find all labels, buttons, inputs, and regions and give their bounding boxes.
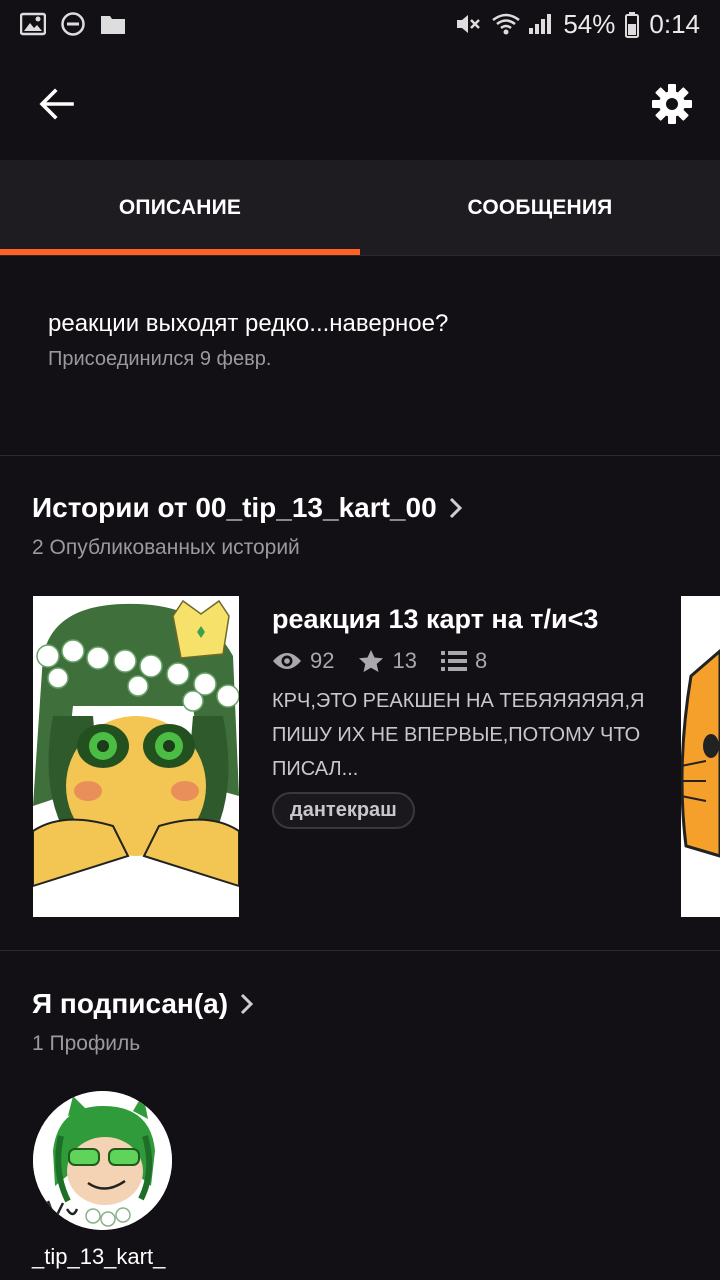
star-icon bbox=[359, 650, 384, 672]
signal-icon bbox=[527, 12, 553, 36]
profile-tabs: ОПИСАНИЕ СООБЩЕНИЯ bbox=[0, 160, 720, 256]
chevron-right-icon bbox=[449, 497, 462, 519]
story-title[interactable]: реакция 13 карт на т/и<3 bbox=[272, 600, 652, 638]
list-icon bbox=[440, 651, 467, 671]
next-story-cover-image[interactable] bbox=[681, 596, 720, 917]
story-stats: 92 13 8 bbox=[272, 648, 652, 674]
divider bbox=[0, 950, 720, 951]
views-count: 92 bbox=[310, 648, 335, 673]
followed-profile-name[interactable]: _tip_13_kart_ bbox=[32, 1244, 165, 1270]
folder-icon bbox=[100, 12, 126, 36]
clock: 0:14 bbox=[649, 8, 700, 39]
tab-description[interactable]: ОПИСАНИЕ bbox=[0, 160, 360, 255]
image-icon bbox=[19, 12, 47, 36]
status-bar: 54% 0:14 bbox=[0, 0, 720, 48]
story-card[interactable]: реакция 13 карт на т/и<3 92 13 8 КРЧ,ЭТО… bbox=[272, 600, 652, 829]
app-bar bbox=[0, 48, 720, 160]
do-not-disturb-icon bbox=[60, 12, 86, 36]
profile-description: реакции выходят редко...наверное? bbox=[48, 310, 449, 337]
story-description: КРЧ,ЭТО РЕАКШЕН НА ТЕБЯЯЯЯЯЯ,Я ПИШУ ИХ Н… bbox=[272, 690, 645, 780]
battery-percent: 54% bbox=[563, 8, 616, 39]
gear-icon bbox=[652, 84, 692, 124]
following-section-title: Я подписан(а) bbox=[32, 988, 229, 1019]
parts-stat: 8 bbox=[440, 648, 488, 674]
tab-messages[interactable]: СООБЩЕНИЯ bbox=[360, 160, 720, 255]
parts-count: 8 bbox=[474, 648, 488, 673]
divider bbox=[0, 455, 720, 456]
stories-count: 2 Опубликованных историй bbox=[32, 536, 300, 559]
avatar[interactable] bbox=[33, 1091, 172, 1230]
stories-section-title: Истории от 00_tip_13_kart_00 bbox=[32, 492, 437, 523]
settings-button[interactable] bbox=[646, 78, 698, 130]
stories-section-header[interactable]: Истории от 00_tip_13_kart_00 bbox=[32, 492, 463, 524]
joined-date: Присоединился 9 февр. bbox=[48, 348, 272, 370]
mute-icon bbox=[455, 12, 481, 36]
chevron-right-icon bbox=[241, 993, 254, 1015]
votes-count: 13 bbox=[392, 648, 417, 673]
following-count: 1 Профиль bbox=[32, 1032, 141, 1055]
battery-icon bbox=[625, 12, 640, 38]
eye-icon bbox=[273, 653, 301, 669]
about-section: реакции выходят редко...наверное? Присое… bbox=[48, 310, 688, 371]
arrow-left-icon bbox=[39, 88, 74, 120]
story-cover-image[interactable] bbox=[33, 596, 239, 917]
views-stat: 92 bbox=[272, 648, 334, 674]
back-button[interactable] bbox=[30, 78, 82, 130]
story-tag[interactable]: дантекраш bbox=[272, 792, 415, 829]
following-section-header[interactable]: Я подписан(а) bbox=[32, 988, 254, 1020]
wifi-icon bbox=[491, 12, 521, 36]
votes-stat: 13 bbox=[358, 648, 417, 674]
